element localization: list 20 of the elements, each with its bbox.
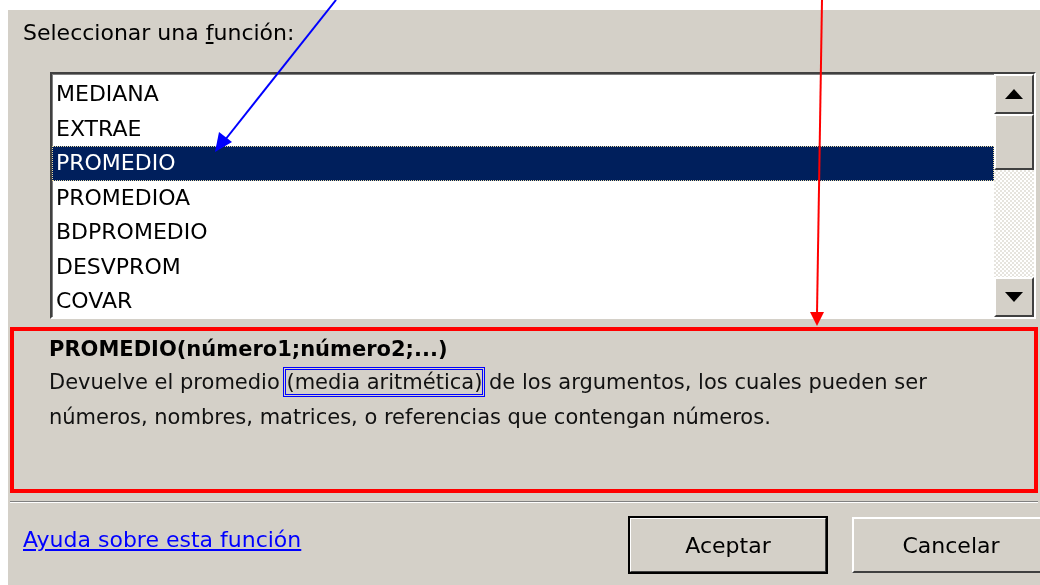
scroll-thumb[interactable]	[994, 114, 1034, 170]
scroll-up-button[interactable]	[994, 74, 1034, 114]
dialog-button[interactable]: Aceptar	[629, 517, 827, 573]
dialog-button[interactable]: Cancelar	[852, 517, 1040, 573]
scrollbar[interactable]	[994, 74, 1034, 317]
function-item[interactable]: COVAR	[52, 284, 994, 319]
down-arrow-icon	[1005, 292, 1023, 302]
function-list[interactable]: MEDIANA EXTRAE PROMEDIO PROMEDIOA BDPROMEDIO DESVPROM COVAR	[50, 72, 1036, 319]
function-item[interactable]: EXTRAE	[52, 111, 994, 146]
function-item[interactable]: BDPROMEDIO	[52, 215, 994, 250]
function-item[interactable]: PROMEDIO	[52, 146, 994, 181]
function-syntax: PROMEDIO(número1;número2;...)	[49, 337, 449, 361]
help-link[interactable]: Ayuda sobre esta función	[23, 527, 302, 552]
function-item[interactable]: MEDIANA	[52, 77, 994, 112]
scroll-down-button[interactable]	[994, 277, 1034, 317]
function-item[interactable]: DESVPROM	[52, 249, 994, 284]
list-label: Seleccionar una función:	[22, 19, 296, 47]
function-description: Devuelve el promedio (media aritmética) de los argumentos, los cuales pueden ser números, nombres, matrices, o referencias que contengan números.	[49, 365, 949, 435]
function-item[interactable]: PROMEDIOA	[52, 180, 994, 215]
up-arrow-icon	[1005, 89, 1023, 99]
